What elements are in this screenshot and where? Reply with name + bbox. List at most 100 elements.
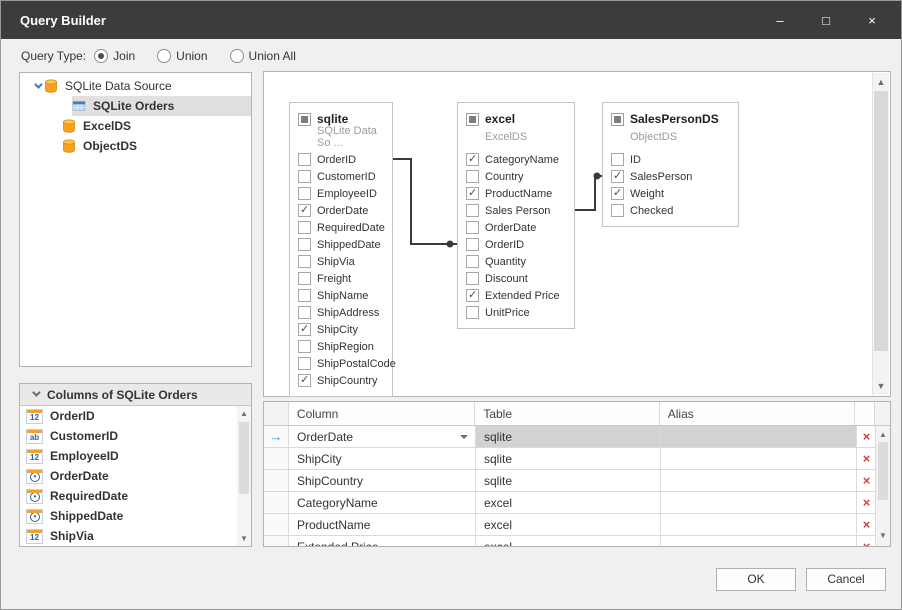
tree-item-excelds[interactable]: ExcelDS [20, 116, 251, 136]
field-checkbox[interactable] [298, 340, 311, 353]
field-checkbox[interactable] [466, 153, 479, 166]
scroll-down-icon[interactable]: ▼ [237, 534, 251, 543]
field-checkbox[interactable] [298, 374, 311, 387]
header-alias[interactable]: Alias [660, 402, 855, 425]
radio-join[interactable]: Join [94, 49, 135, 63]
alias-cell[interactable] [661, 470, 857, 491]
field-row[interactable]: ShipCountry [290, 372, 392, 389]
field-row[interactable]: Sales Person [458, 202, 574, 219]
field-row[interactable]: ShippedDate [290, 236, 392, 253]
field-row[interactable]: SalesPerson [603, 168, 738, 185]
field-row[interactable]: OrderID [290, 151, 392, 168]
expander[interactable] [30, 83, 44, 89]
table-cell[interactable]: sqlite [476, 448, 661, 469]
delete-row-button[interactable]: × [857, 536, 877, 547]
field-checkbox[interactable] [466, 238, 479, 251]
header-table[interactable]: Table [475, 402, 659, 425]
alias-cell[interactable] [661, 448, 857, 469]
table-cell[interactable]: sqlite [476, 426, 661, 447]
column-list-item[interactable]: OrderDate [20, 466, 251, 486]
scrollbar-thumb[interactable] [878, 442, 888, 500]
column-cell[interactable]: CategoryName [289, 492, 476, 513]
field-checkbox[interactable] [298, 357, 311, 370]
grid-row[interactable]: → CategoryName excel × [264, 492, 890, 514]
radio-union-circle-icon[interactable] [157, 49, 171, 63]
table-select-checkbox[interactable] [611, 113, 624, 126]
column-cell[interactable]: ShipCountry [289, 470, 476, 491]
field-checkbox[interactable] [466, 221, 479, 234]
field-checkbox[interactable] [466, 255, 479, 268]
alias-cell[interactable] [661, 514, 857, 535]
field-row[interactable]: Weight [603, 185, 738, 202]
field-checkbox[interactable] [466, 272, 479, 285]
field-checkbox[interactable] [466, 170, 479, 183]
close-button[interactable]: × [849, 1, 895, 39]
columns-scrollbar[interactable]: ▲ ▼ [237, 406, 251, 546]
field-checkbox[interactable] [298, 272, 311, 285]
tree-item-objectds[interactable]: ObjectDS [20, 136, 251, 156]
field-checkbox[interactable] [298, 170, 311, 183]
alias-cell[interactable] [661, 492, 857, 513]
field-checkbox[interactable] [298, 187, 311, 200]
grid-scrollbar[interactable]: ▲ ▼ [875, 426, 890, 546]
field-row[interactable]: ProductName [458, 185, 574, 202]
ok-button[interactable]: OK [716, 568, 796, 591]
column-list-item[interactable]: 12 OrderID [20, 406, 251, 426]
field-row[interactable]: ShipAddress [290, 304, 392, 321]
column-list-item[interactable]: 12 EmployeeID [20, 446, 251, 466]
column-cell[interactable]: OrderDate [289, 426, 476, 447]
field-row[interactable]: ShipCity [290, 321, 392, 338]
radio-union-all[interactable]: Union All [230, 49, 296, 63]
field-row[interactable]: Checked [603, 202, 738, 219]
table-cell[interactable]: excel [476, 536, 661, 547]
grid-row[interactable]: → OrderDate sqlite × [264, 426, 890, 448]
field-checkbox[interactable] [298, 323, 311, 336]
field-row[interactable]: OrderID [458, 236, 574, 253]
field-checkbox[interactable] [466, 306, 479, 319]
radio-union-all-circle-icon[interactable] [230, 49, 244, 63]
delete-row-button[interactable]: × [857, 514, 877, 535]
field-checkbox[interactable] [611, 187, 624, 200]
field-row[interactable]: OrderDate [290, 202, 392, 219]
column-list-item[interactable]: RequiredDate [20, 486, 251, 506]
dropdown-icon[interactable] [460, 435, 468, 439]
diagram-scrollbar[interactable]: ▲ ▼ [872, 73, 889, 395]
table-cell[interactable]: excel [476, 514, 661, 535]
scroll-down-icon[interactable]: ▼ [873, 381, 889, 391]
field-row[interactable]: ShipVia [290, 253, 392, 270]
field-row[interactable]: Discount [458, 270, 574, 287]
field-row[interactable]: ID [603, 151, 738, 168]
field-row[interactable]: Extended Price [458, 287, 574, 304]
field-row[interactable]: ShipPostalCode [290, 355, 392, 372]
field-checkbox[interactable] [611, 170, 624, 183]
delete-row-button[interactable]: × [857, 470, 877, 491]
field-row[interactable]: Freight [290, 270, 392, 287]
field-row[interactable]: RequiredDate [290, 219, 392, 236]
field-row[interactable]: OrderDate [458, 219, 574, 236]
field-row[interactable]: ShipRegion [290, 338, 392, 355]
header-column[interactable]: Column [289, 402, 475, 425]
field-row[interactable]: CustomerID [290, 168, 392, 185]
maximize-button[interactable]: □ [803, 1, 849, 39]
field-checkbox[interactable] [466, 289, 479, 302]
table-select-checkbox[interactable] [298, 113, 311, 126]
table-card-salespersonds[interactable]: SalesPersonDS ObjectDS ID SalesPerson [602, 102, 739, 227]
field-checkbox[interactable] [611, 153, 624, 166]
table-cell[interactable]: sqlite [476, 470, 661, 491]
table-card-excel[interactable]: excel ExcelDS CategoryName Country [457, 102, 575, 329]
field-checkbox[interactable] [611, 204, 624, 217]
table-card-sqlite[interactable]: sqlite SQLite Data So ... OrderID Custom… [289, 102, 393, 397]
grid-row[interactable]: → ShipCountry sqlite × [264, 470, 890, 492]
alias-cell[interactable] [661, 536, 857, 547]
minimize-button[interactable]: – [757, 1, 803, 39]
grid-row[interactable]: → Extended Price excel × [264, 536, 890, 547]
grid-row[interactable]: → ProductName excel × [264, 514, 890, 536]
field-checkbox[interactable] [298, 153, 311, 166]
scrollbar-thumb[interactable] [874, 91, 888, 351]
field-checkbox[interactable] [298, 238, 311, 251]
delete-row-button[interactable]: × [857, 426, 877, 447]
columns-panel-header[interactable]: Columns of SQLite Orders [20, 384, 251, 406]
scrollbar-thumb[interactable] [239, 422, 249, 494]
column-list-item[interactable]: 12 ShipVia [20, 526, 251, 546]
field-row[interactable]: ShipName [290, 287, 392, 304]
